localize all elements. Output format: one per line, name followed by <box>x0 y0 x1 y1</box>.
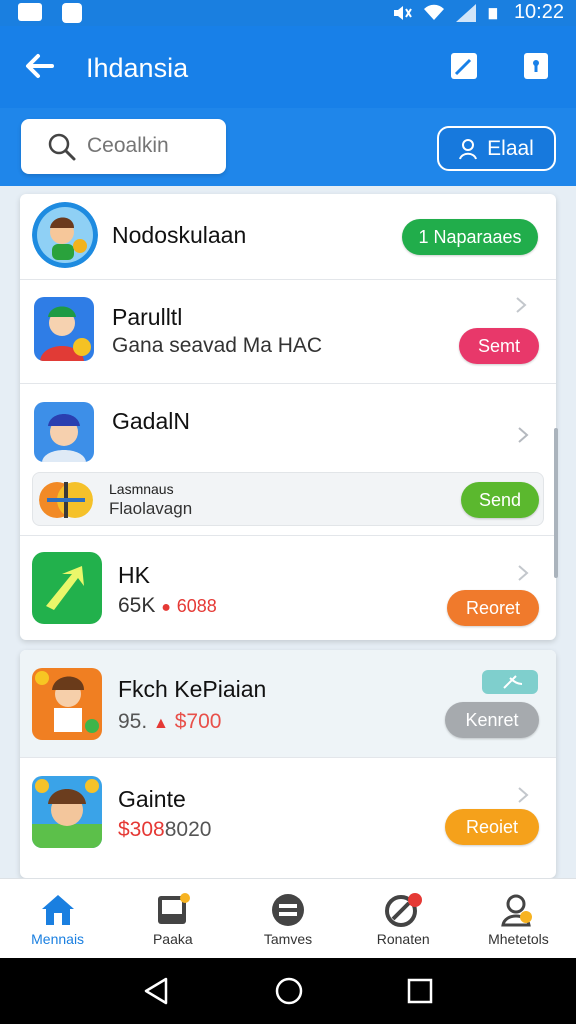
mute-icon <box>393 5 412 20</box>
menu-icon <box>272 894 304 926</box>
nav-item-home[interactable]: Mennais <box>0 879 115 958</box>
nav-item-profile[interactable]: Mhetetols <box>461 879 576 958</box>
item-subtitle: 95. ▲ $700 <box>118 710 221 734</box>
avatar <box>34 402 94 462</box>
sub-list-item[interactable]: Lasmnaus Flaolavagn Send <box>32 472 544 526</box>
no-entry-icon <box>385 893 423 927</box>
item-title: Lasmnaus <box>109 481 174 497</box>
search-icon <box>48 133 76 161</box>
chevron-right-icon <box>518 787 529 803</box>
game-icon <box>39 478 93 522</box>
nav-label: Tamves <box>263 931 313 947</box>
back-arrow-icon[interactable] <box>22 48 58 84</box>
status-time: 10:22 <box>513 1 564 23</box>
chevron-right-icon <box>518 565 529 581</box>
battery-icon <box>488 7 498 19</box>
item-subtitle: $3088020 <box>118 818 211 842</box>
list-item[interactable]: GadalN Lasmnaus Flaolavagn Send <box>20 384 556 536</box>
nav-label: Mhetetols <box>488 931 549 947</box>
scrollbar[interactable] <box>554 428 558 578</box>
lock-icon[interactable] <box>520 50 552 82</box>
item-title: GadalN <box>112 408 190 434</box>
nav-label: Mennais <box>31 931 85 947</box>
badge <box>482 670 538 694</box>
filter-button[interactable]: Elaal <box>437 126 556 171</box>
item-downloads: 95. <box>118 710 148 733</box>
item-subtitle: 65K ● 6088 <box>118 594 217 618</box>
item-subtitle: Gana seavad Ma HAC <box>112 334 323 357</box>
action-button[interactable]: 1 Naparaaes <box>402 219 538 255</box>
list-item[interactable]: Parulltl Gana seavad Ma HAC Semt <box>20 280 556 384</box>
item-title: Nodoskulaan <box>112 222 247 248</box>
action-button[interactable]: Send <box>461 482 539 518</box>
search-box[interactable] <box>21 119 226 174</box>
item-price: $700 <box>174 710 222 733</box>
home-icon <box>41 895 74 925</box>
app-notification-icon <box>62 3 82 23</box>
item-downloads: 8020 <box>164 818 212 841</box>
item-price: $308 <box>118 818 165 841</box>
avatar <box>32 776 102 848</box>
recents-square-icon[interactable] <box>405 976 435 1006</box>
home-circle-icon[interactable] <box>274 976 304 1006</box>
item-title: Fkch KePiaian <box>118 676 267 702</box>
status-bar: 10:22 <box>0 0 576 26</box>
person-icon <box>459 138 478 159</box>
app-icon <box>32 552 102 624</box>
app-bar: Ihdansia <box>0 26 576 108</box>
item-subtitle: Flaolavagn <box>109 499 193 518</box>
signature-icon <box>503 675 523 689</box>
back-triangle-icon[interactable] <box>142 976 172 1006</box>
app-list-card: Fkch KePiaian 95. ▲ $700 Kenret Gainte $… <box>20 650 556 878</box>
avatar <box>32 202 98 268</box>
action-button[interactable]: Kenret <box>445 702 539 738</box>
avatar <box>32 668 102 740</box>
edit-icon[interactable] <box>448 50 480 82</box>
filter-label: Elaal <box>487 136 534 160</box>
nav-item-games[interactable]: Tamves <box>230 879 345 958</box>
item-price: 6088 <box>176 596 217 616</box>
system-nav-bar <box>0 958 576 1024</box>
avatar <box>34 297 94 361</box>
item-title: Gainte <box>118 786 186 812</box>
nav-label: Paaka <box>152 931 193 947</box>
nav-item-notifications[interactable]: Ronaten <box>346 879 461 958</box>
action-button[interactable]: Reoret <box>447 590 539 626</box>
action-button[interactable]: Reoiet <box>445 809 539 845</box>
list-item[interactable]: Gainte $3088020 Reoiet <box>20 758 556 878</box>
action-button[interactable]: Semt <box>459 328 539 364</box>
list-item[interactable]: HK 65K ● 6088 Reoret <box>20 536 556 640</box>
item-downloads: 65K <box>118 594 156 617</box>
item-title: Parulltl <box>112 304 183 330</box>
nav-label: Ronaten <box>376 931 430 947</box>
profile-icon <box>501 894 533 927</box>
page-title: Ihdansia <box>86 53 189 83</box>
wifi-icon <box>423 4 444 20</box>
library-icon <box>157 893 190 924</box>
search-band: Elaal <box>0 108 576 186</box>
app-list-card: Nodoskulaan 1 Naparaaes Parulltl Gana se… <box>20 194 556 640</box>
price-tag-icon: ▲ <box>153 715 169 732</box>
list-item[interactable]: Nodoskulaan 1 Naparaaes <box>20 194 556 280</box>
chevron-right-icon[interactable] <box>516 426 530 444</box>
item-title: HK <box>118 562 150 588</box>
list-item[interactable]: Fkch KePiaian 95. ▲ $700 Kenret <box>20 650 556 758</box>
signal-icon <box>455 3 476 22</box>
nav-item-library[interactable]: Paaka <box>115 879 230 958</box>
bottom-nav: Mennais Paaka Tamves Ronaten Mhetetols <box>0 878 576 958</box>
chevron-right-icon <box>516 297 527 313</box>
search-input[interactable] <box>87 131 217 161</box>
price-tag-icon: ● <box>161 599 171 616</box>
notification-icon <box>18 3 42 21</box>
